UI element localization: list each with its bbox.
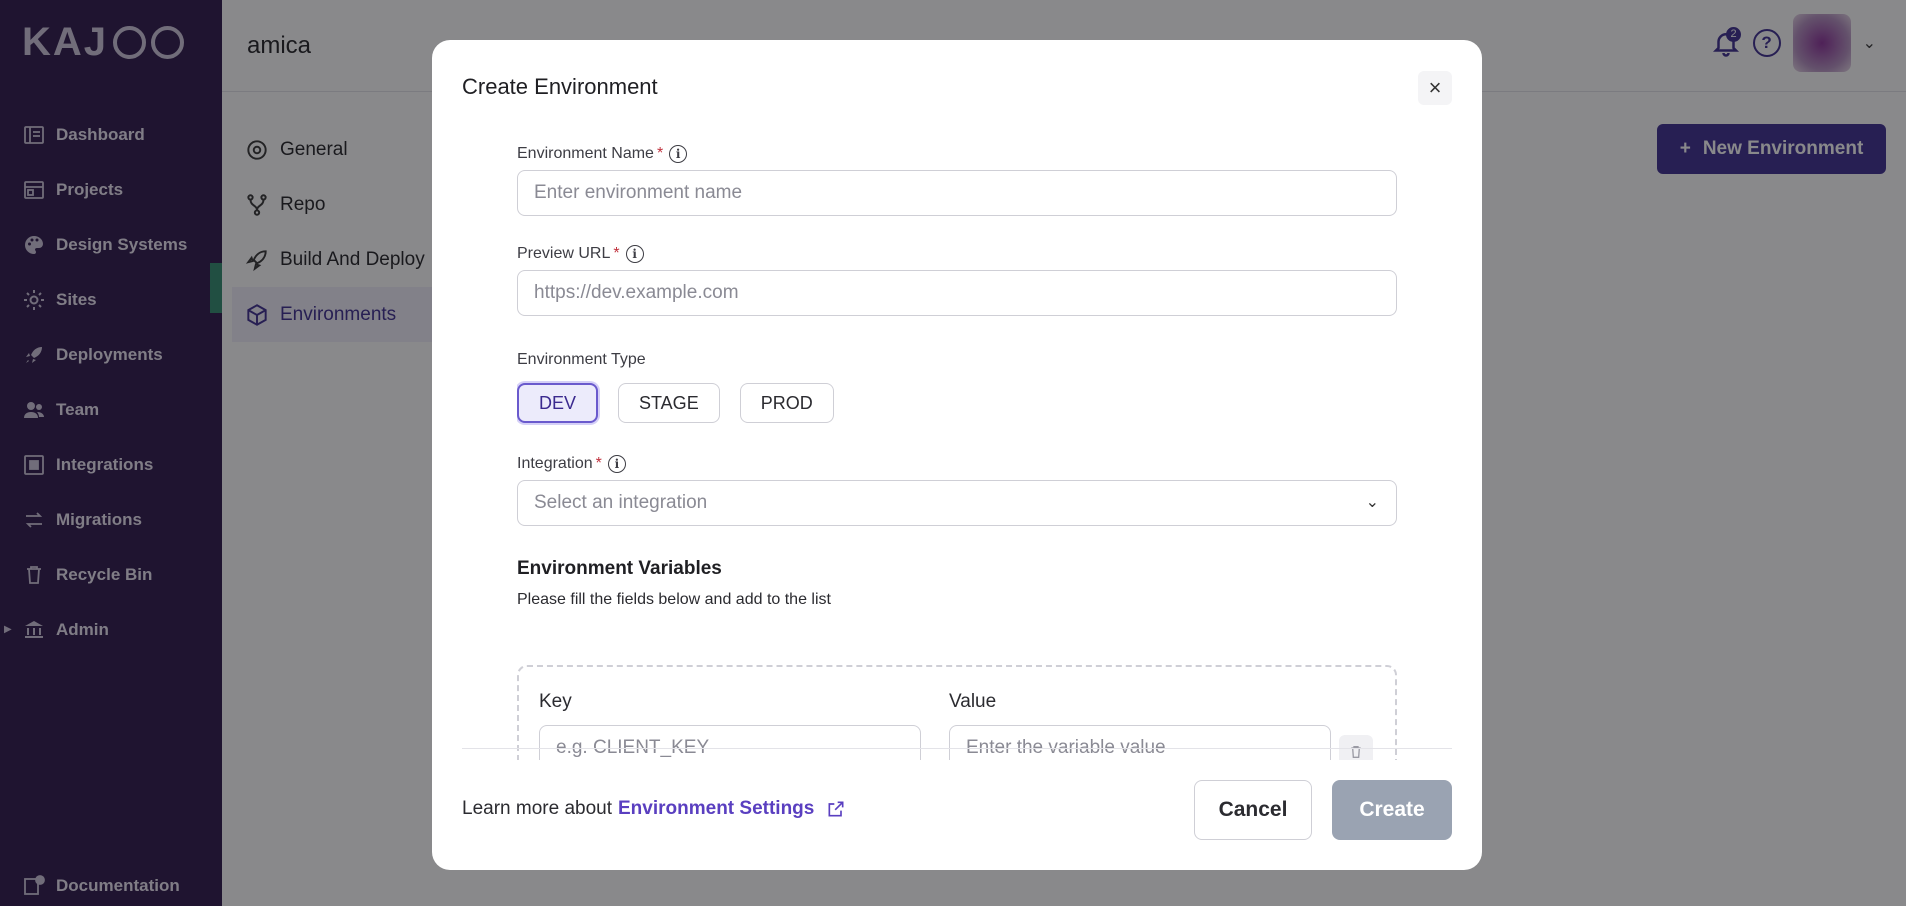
learn-more-text: Learn more about xyxy=(462,798,612,819)
learn-more: Learn more about Environment Settings xyxy=(462,798,846,820)
environment-settings-link[interactable]: Environment Settings xyxy=(618,798,814,820)
required-marker: * xyxy=(613,245,620,262)
integration-label: Integration xyxy=(517,455,593,472)
integration-field: Integration * i Select an integration ⌄ xyxy=(517,454,1397,526)
integration-label-row: Integration * i xyxy=(517,454,1397,474)
environment-form: Environment Name * i Enter environment n… xyxy=(517,130,1399,760)
env-name-label-row: Environment Name * i xyxy=(517,144,1397,164)
chevron-down-icon[interactable]: ⌄ xyxy=(1366,492,1379,512)
env-type-dev[interactable]: DEV xyxy=(517,383,599,423)
cancel-button[interactable]: Cancel xyxy=(1194,780,1312,840)
info-icon[interactable]: i xyxy=(607,455,626,473)
integration-select[interactable]: Select an integration xyxy=(517,480,1397,526)
preview-url-label: Preview URL xyxy=(517,245,611,262)
env-vars-subtitle: Please fill the fields below and add to … xyxy=(517,591,831,608)
value-input[interactable]: Enter the variable value xyxy=(949,725,1331,760)
info-icon[interactable]: i xyxy=(625,245,644,263)
create-environment-modal: Create Environment × Environment Name * … xyxy=(432,40,1482,870)
env-vars-title: Environment Variables xyxy=(517,558,722,579)
env-name-input[interactable]: Enter environment name xyxy=(517,170,1397,216)
close-icon: × xyxy=(1428,75,1442,100)
value-column: Value Enter the variable value xyxy=(949,691,1331,760)
env-name-field: Environment Name * i Enter environment n… xyxy=(517,144,1397,216)
preview-url-input[interactable]: https://dev.example.com xyxy=(517,270,1397,316)
info-icon[interactable]: i xyxy=(669,145,688,163)
footer-divider xyxy=(462,748,1452,749)
required-marker: * xyxy=(595,455,602,472)
value-label: Value xyxy=(949,691,997,712)
env-type-field: Environment Type DEV STAGE PROD xyxy=(517,350,834,423)
env-type-label: Environment Type xyxy=(517,351,646,368)
preview-url-label-row: Preview URL * i xyxy=(517,244,1397,264)
env-type-stage[interactable]: STAGE xyxy=(618,383,720,423)
env-name-label: Environment Name xyxy=(517,145,654,162)
key-column: Key e.g. CLIENT_KEY xyxy=(539,691,921,760)
create-button[interactable]: Create xyxy=(1332,780,1452,840)
key-label: Key xyxy=(539,691,572,712)
external-link-icon[interactable] xyxy=(826,799,846,819)
required-marker: * xyxy=(656,145,664,162)
key-input[interactable]: e.g. CLIENT_KEY xyxy=(539,725,921,760)
preview-url-field: Preview URL * i https://dev.example.com xyxy=(517,244,1397,316)
modal-title: Create Environment xyxy=(462,74,658,99)
env-var-row: Key e.g. CLIENT_KEY Value Enter the vari… xyxy=(517,665,1397,760)
env-type-prod[interactable]: PROD xyxy=(739,383,834,423)
env-type-options: DEV STAGE PROD xyxy=(517,383,834,423)
close-button[interactable]: × xyxy=(1418,71,1452,105)
env-vars-section: Environment Variables Please fill the fi… xyxy=(517,558,831,609)
trash-icon xyxy=(1351,746,1361,758)
